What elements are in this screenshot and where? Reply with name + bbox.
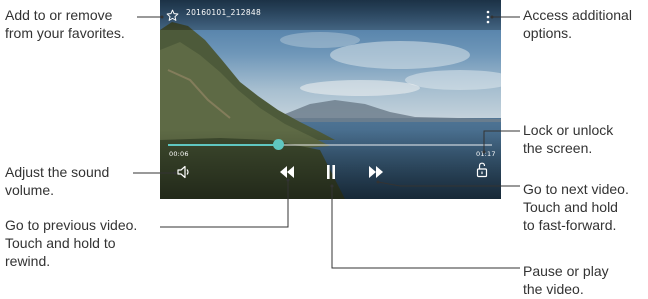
rewind-icon[interactable] — [279, 165, 295, 179]
previous-callout-line-1: Go to previous video. — [5, 217, 138, 233]
fast-forward-icon[interactable] — [368, 165, 384, 179]
next-callout: Go to next video. Touch and hold to fast… — [523, 180, 629, 234]
pause-icon[interactable] — [326, 164, 336, 180]
next-callout-line-3: to fast-forward. — [523, 217, 617, 233]
star-outline-icon[interactable] — [166, 9, 179, 22]
lock-open-icon[interactable] — [476, 162, 488, 178]
total-time: 01:17 — [476, 150, 496, 158]
seekbar-progress — [168, 144, 279, 146]
next-callout-line-1: Go to next video. — [523, 181, 629, 197]
next-callout-line-2: Touch and hold — [523, 199, 618, 215]
favorites-callout-line-2: from your favorites. — [5, 25, 125, 41]
seekbar-thumb[interactable] — [272, 139, 284, 150]
volume-callout-line-2: volume. — [5, 182, 55, 198]
pause-callout-line-1: Pause or play — [523, 263, 609, 279]
options-callout: Access additional options. — [523, 6, 632, 42]
options-callout-line-1: Access additional — [523, 7, 632, 23]
lock-callout: Lock or unlock the screen. — [523, 121, 613, 157]
lock-callout-line-2: the screen. — [523, 140, 593, 156]
pause-callout-line-2: the video. — [523, 281, 584, 297]
favorites-callout-line-1: Add to or remove — [5, 7, 113, 23]
favorites-callout: Add to or remove from your favorites. — [5, 6, 125, 42]
volume-callout-line-1: Adjust the sound — [5, 164, 110, 180]
pause-callout: Pause or play the video. — [523, 262, 609, 298]
previous-callout: Go to previous video. Touch and hold to … — [5, 216, 137, 270]
video-player-screen: 20160101_212848 00:06 01:17 — [160, 0, 501, 199]
options-callout-line-2: options. — [523, 25, 573, 41]
volume-icon[interactable] — [176, 164, 192, 180]
elapsed-time: 00:06 — [169, 150, 189, 158]
seekbar[interactable] — [168, 139, 492, 150]
previous-callout-line-3: rewind. — [5, 253, 51, 269]
more-vertical-icon[interactable] — [485, 10, 491, 24]
video-filename: 20160101_212848 — [186, 8, 262, 17]
previous-callout-line-2: Touch and hold to — [5, 235, 116, 251]
volume-callout: Adjust the sound volume. — [5, 163, 109, 199]
lock-callout-line-1: Lock or unlock — [523, 122, 614, 138]
